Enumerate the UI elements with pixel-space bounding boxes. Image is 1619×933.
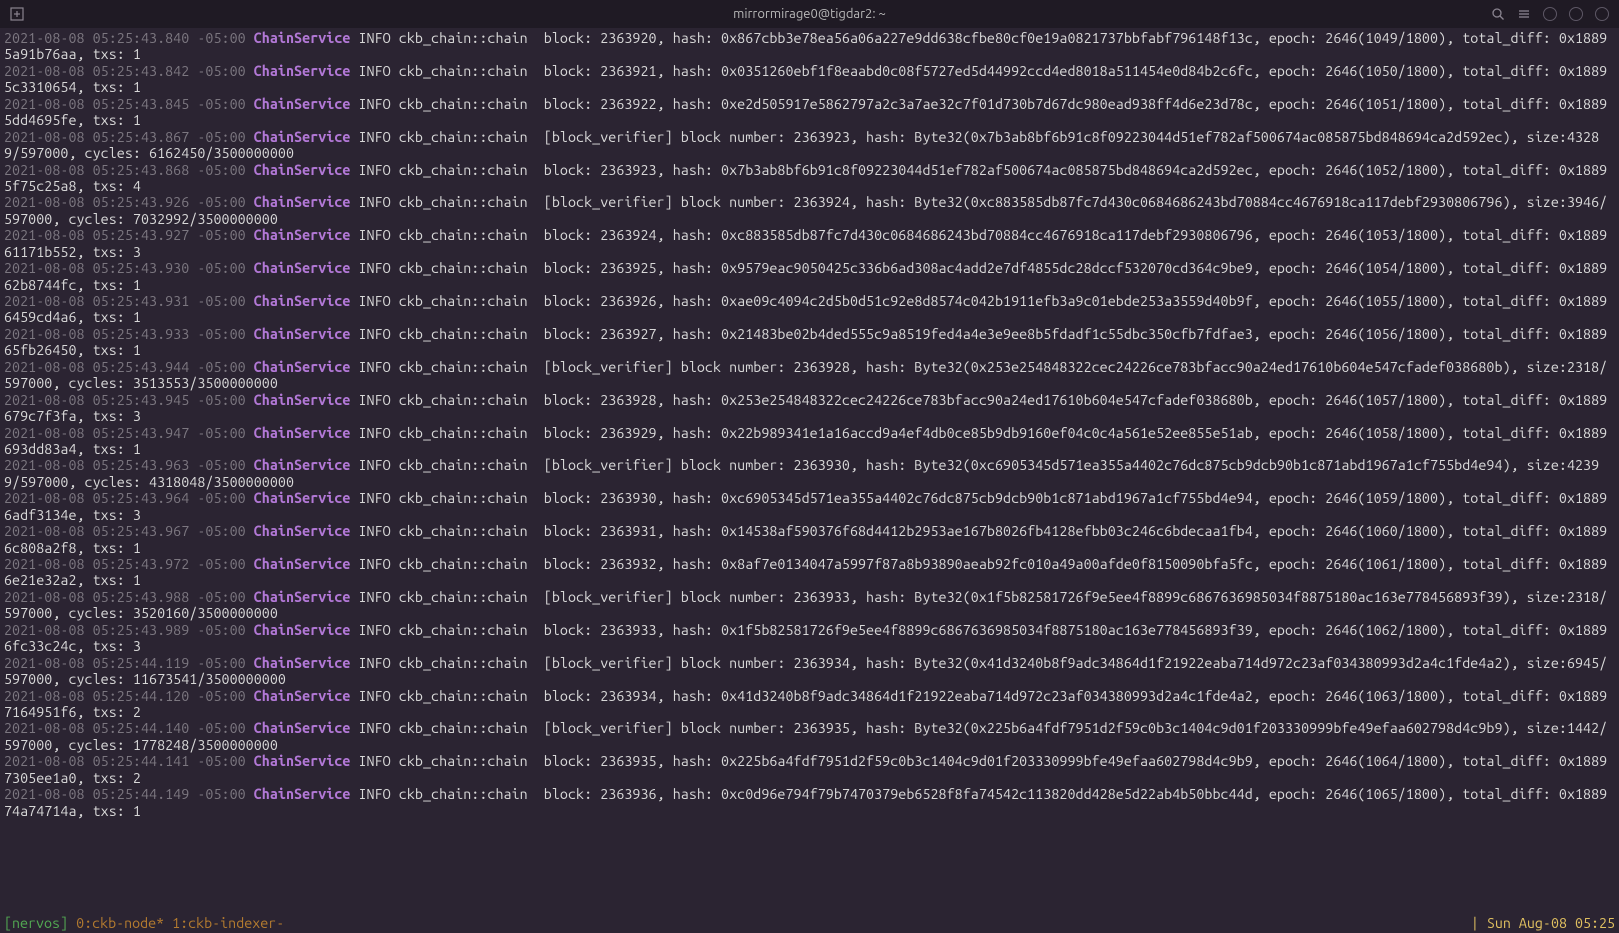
maximize-button[interactable] <box>1569 7 1583 21</box>
log-line: 2021-08-08 05:25:43.845 -05:00 ChainServ… <box>4 96 1615 129</box>
window-title: mirrormirage0@tigdar2: ~ <box>733 7 886 21</box>
log-line: 2021-08-08 05:25:43.988 -05:00 ChainServ… <box>4 589 1615 622</box>
log-line: 2021-08-08 05:25:43.972 -05:00 ChainServ… <box>4 556 1615 589</box>
hamburger-menu-icon[interactable] <box>1517 7 1531 21</box>
tmux-windows: 0:ckb-node* 1:ckb-indexer- <box>68 915 284 931</box>
log-line: 2021-08-08 05:25:43.945 -05:00 ChainServ… <box>4 392 1615 425</box>
log-line: 2021-08-08 05:25:43.931 -05:00 ChainServ… <box>4 293 1615 326</box>
close-button[interactable] <box>1595 7 1609 21</box>
log-line: 2021-08-08 05:25:43.926 -05:00 ChainServ… <box>4 194 1615 227</box>
log-line: 2021-08-08 05:25:43.933 -05:00 ChainServ… <box>4 326 1615 359</box>
log-line: 2021-08-08 05:25:43.868 -05:00 ChainServ… <box>4 162 1615 195</box>
log-line: 2021-08-08 05:25:43.964 -05:00 ChainServ… <box>4 490 1615 523</box>
log-line: 2021-08-08 05:25:43.963 -05:00 ChainServ… <box>4 457 1615 490</box>
log-line: 2021-08-08 05:25:44.149 -05:00 ChainServ… <box>4 786 1615 819</box>
log-line: 2021-08-08 05:25:44.119 -05:00 ChainServ… <box>4 655 1615 688</box>
log-line: 2021-08-08 05:25:43.989 -05:00 ChainServ… <box>4 622 1615 655</box>
window-titlebar: mirrormirage0@tigdar2: ~ <box>0 0 1619 28</box>
log-line: 2021-08-08 05:25:44.141 -05:00 ChainServ… <box>4 753 1615 786</box>
minimize-button[interactable] <box>1543 7 1557 21</box>
new-tab-icon[interactable] <box>10 7 24 21</box>
log-line: 2021-08-08 05:25:43.930 -05:00 ChainServ… <box>4 260 1615 293</box>
log-line: 2021-08-08 05:25:43.867 -05:00 ChainServ… <box>4 129 1615 162</box>
tmux-clock: Sun Aug-08 05:25 <box>1487 915 1615 931</box>
search-icon[interactable] <box>1491 7 1505 21</box>
tmux-statusbar: [nervos] 0:ckb-node* 1:ckb-indexer- | Su… <box>0 915 1619 933</box>
log-line: 2021-08-08 05:25:43.944 -05:00 ChainServ… <box>4 359 1615 392</box>
log-line: 2021-08-08 05:25:43.947 -05:00 ChainServ… <box>4 425 1615 458</box>
log-line: 2021-08-08 05:25:44.120 -05:00 ChainServ… <box>4 688 1615 721</box>
log-line: 2021-08-08 05:25:44.140 -05:00 ChainServ… <box>4 720 1615 753</box>
log-line: 2021-08-08 05:25:43.927 -05:00 ChainServ… <box>4 227 1615 260</box>
terminal-output[interactable]: 2021-08-08 05:25:43.840 -05:00 ChainServ… <box>0 28 1619 915</box>
log-line: 2021-08-08 05:25:43.842 -05:00 ChainServ… <box>4 63 1615 96</box>
tmux-status-left: [nervos] 0:ckb-node* 1:ckb-indexer- <box>4 915 284 931</box>
log-line: 2021-08-08 05:25:43.967 -05:00 ChainServ… <box>4 523 1615 556</box>
tmux-session-name: [nervos] <box>4 915 68 931</box>
log-line: 2021-08-08 05:25:43.840 -05:00 ChainServ… <box>4 30 1615 63</box>
tmux-status-right: | Sun Aug-08 05:25 <box>1471 915 1615 931</box>
